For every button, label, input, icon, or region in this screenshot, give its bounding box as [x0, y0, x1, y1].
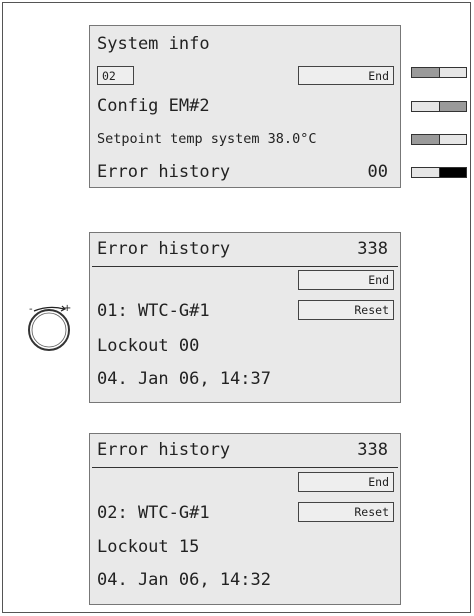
header-divider: [92, 266, 398, 267]
error-history-panel-1: Error history 338 End Reset 01: WTC-G#1 …: [89, 232, 401, 403]
indicator-cell: [438, 135, 466, 144]
panel-title: Error history: [97, 440, 231, 460]
indicator-cell: [438, 168, 466, 177]
lockout-line: Lockout 15: [97, 537, 200, 557]
error-history-panel-2: Error history 338 End Reset 02: WTC-G#1 …: [89, 433, 401, 605]
error-history-label: Error history: [97, 162, 231, 182]
error-history-value: 00: [367, 162, 388, 182]
rotary-knob-icon[interactable]: - +: [24, 303, 74, 353]
indicator-cell: [412, 102, 439, 111]
lockout-line: Lockout 00: [97, 336, 200, 356]
number-field[interactable]: 02: [97, 66, 134, 85]
indicator-cell: [438, 68, 466, 77]
datetime-line: 04. Jan 06, 14:32: [97, 570, 271, 590]
system-info-panel: System info 02 End Config EM#2 Setpoint …: [89, 25, 401, 188]
config-line: Config EM#2: [97, 96, 210, 116]
panel-title-row: Error history 338: [97, 440, 390, 460]
setpoint-line: Setpoint temp system 38.0°C: [97, 131, 317, 147]
indicator-3: [411, 134, 467, 145]
indicator-cell: [412, 168, 439, 177]
end-button[interactable]: End: [298, 472, 394, 492]
panel-title-row: Error history 338: [97, 239, 390, 259]
end-button[interactable]: End: [298, 66, 394, 85]
end-button[interactable]: End: [298, 270, 394, 290]
error-entry: 01: WTC-G#1: [97, 301, 210, 321]
knob-minus: -: [29, 304, 33, 315]
indicator-2: [411, 101, 467, 112]
header-divider: [92, 467, 398, 468]
indicator-cell: [412, 135, 439, 144]
indicator-cell: [438, 102, 466, 111]
error-history-row[interactable]: Error history 00: [97, 162, 390, 182]
panel-title: System info: [97, 34, 210, 54]
error-entry: 02: WTC-G#1: [97, 503, 210, 523]
indicator-1: [411, 67, 467, 78]
indicator-cell: [412, 68, 439, 77]
panel-title: Error history: [97, 239, 231, 259]
indicator-4: [411, 167, 467, 178]
datetime-line: 04. Jan 06, 14:37: [97, 369, 271, 389]
error-count: 338: [357, 239, 388, 259]
error-count: 338: [357, 440, 388, 460]
